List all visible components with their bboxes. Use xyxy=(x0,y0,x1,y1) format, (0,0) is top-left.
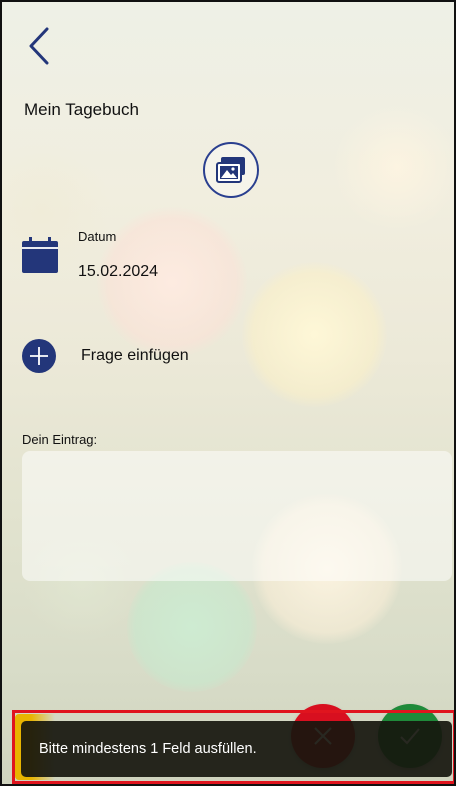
background-bokeh xyxy=(127,562,257,692)
chevron-left-icon xyxy=(29,27,49,65)
date-label: Datum xyxy=(78,229,117,244)
add-image-button[interactable] xyxy=(203,142,259,198)
add-question-button[interactable]: Frage einfügen xyxy=(22,338,272,374)
back-button[interactable] xyxy=(24,24,54,68)
background-bokeh xyxy=(332,102,454,232)
entry-textarea[interactable] xyxy=(22,451,452,581)
calendar-icon xyxy=(22,237,58,273)
toast-notification: Bitte mindestens 1 Feld ausfüllen. xyxy=(21,721,452,777)
plus-icon xyxy=(22,339,56,373)
image-gallery-icon xyxy=(216,157,245,183)
diary-entry-screen: Mein Tagebuch Datum 15.02.2024 Frage ein… xyxy=(0,0,456,786)
page-title: Mein Tagebuch xyxy=(24,100,139,119)
entry-label: Dein Eintrag: xyxy=(22,432,98,447)
date-field[interactable]: Datum 15.02.2024 xyxy=(22,227,322,292)
date-value[interactable]: 15.02.2024 xyxy=(78,263,158,281)
toast-message: Bitte mindestens 1 Feld ausfüllen. xyxy=(39,741,257,757)
add-question-label: Frage einfügen xyxy=(81,347,189,364)
